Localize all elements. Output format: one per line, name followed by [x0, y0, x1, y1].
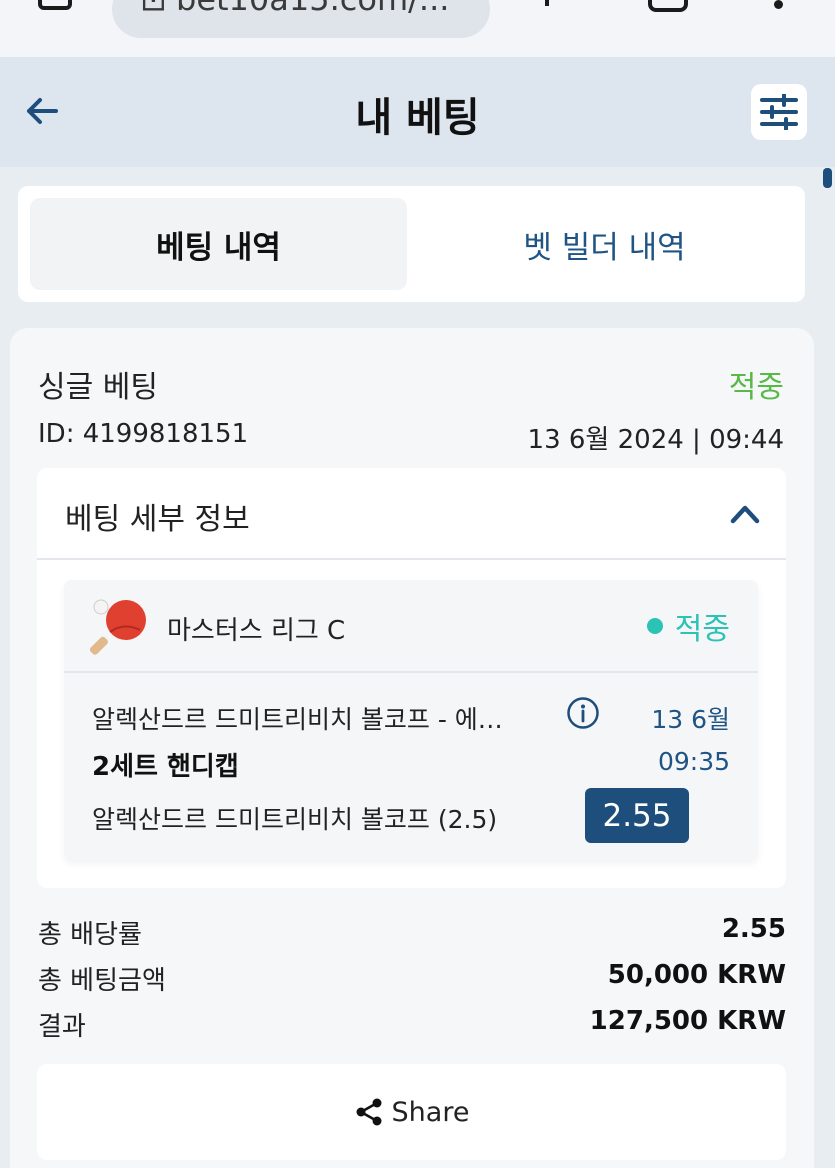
sliders-icon: [760, 94, 798, 130]
bet-id: ID: 4199818151: [38, 419, 249, 449]
url-text: bet10a15.com/...: [176, 0, 449, 18]
match-date: 13 6월: [651, 705, 730, 734]
site-info-icon[interactable]: ⊡: [140, 0, 176, 18]
bet-selection: 마스터스 리그 C 적중 알렉산드르 드미트리비치 볼코프 - 에… 13 6월…: [64, 580, 758, 860]
selection-pick: 알렉산드르 드미트리비치 볼코프 (2.5): [92, 805, 498, 834]
share-icon: [356, 1098, 382, 1126]
match-time: 09:35: [657, 747, 730, 776]
info-icon[interactable]: [566, 696, 600, 730]
market-name: 2세트 핸디캡: [92, 752, 239, 782]
bet-card: 싱글 베팅 적중 ID: 4199818151 13 6월 2024 | 09:…: [10, 328, 814, 1168]
total-odds-label: 총 배당률: [38, 920, 142, 950]
selection-status: 적중: [646, 604, 730, 648]
bet-datetime: 13 6월 2024 | 09:44: [527, 425, 784, 455]
app-header: 내 베팅: [0, 57, 835, 167]
match-name[interactable]: 알렉산드르 드미트리비치 볼코프 - 에…: [92, 700, 552, 736]
share-button[interactable]: Share: [37, 1064, 786, 1160]
browser-share-icon[interactable]: [545, 0, 555, 6]
selection-status-label: 적중: [674, 612, 730, 647]
scrollbar-thumb[interactable]: [823, 168, 832, 188]
tabs-icon[interactable]: [648, 0, 688, 12]
league-name: 마스터스 리그 C: [167, 616, 346, 646]
details-title: 베팅 세부 정보: [65, 502, 250, 537]
home-icon[interactable]: [38, 0, 72, 10]
total-odds-value: 2.55: [721, 914, 786, 944]
history-tabs: 베팅 내역 벳 빌더 내역: [18, 186, 805, 302]
address-bar[interactable]: ⊡bet10a15.com/...: [112, 0, 490, 38]
browser-toolbar: ⊡bet10a15.com/...: [0, 0, 835, 57]
page-title: 내 베팅: [355, 95, 480, 141]
odds-badge: 2.55: [585, 788, 689, 843]
table-tennis-icon: [90, 599, 146, 655]
status-dot: [646, 618, 663, 634]
result-label: 결과: [38, 1012, 86, 1042]
bet-details-panel: 베팅 세부 정보 마스터스 리그 C 적중 알렉산드르 드미트리비치 볼코프 -…: [37, 468, 786, 888]
tab-bet-history[interactable]: 베팅 내역: [30, 198, 407, 290]
bet-status-badge: 적중: [728, 370, 784, 405]
filter-button[interactable]: [751, 84, 807, 140]
tab-bet-builder-history[interactable]: 벳 빌더 내역: [416, 198, 793, 290]
bet-details-toggle[interactable]: 베팅 세부 정보: [37, 468, 786, 560]
total-stake-value: 50,000 KRW: [607, 960, 786, 990]
total-stake-label: 총 베팅금액: [38, 966, 166, 996]
result-value: 127,500 KRW: [589, 1006, 786, 1036]
browser-menu-icon[interactable]: [774, 0, 783, 9]
selection-header: 마스터스 리그 C 적중: [64, 580, 758, 673]
share-label: Share: [391, 1096, 470, 1128]
bet-type: 싱글 베팅: [38, 370, 158, 405]
chevron-up-icon: [730, 505, 760, 524]
